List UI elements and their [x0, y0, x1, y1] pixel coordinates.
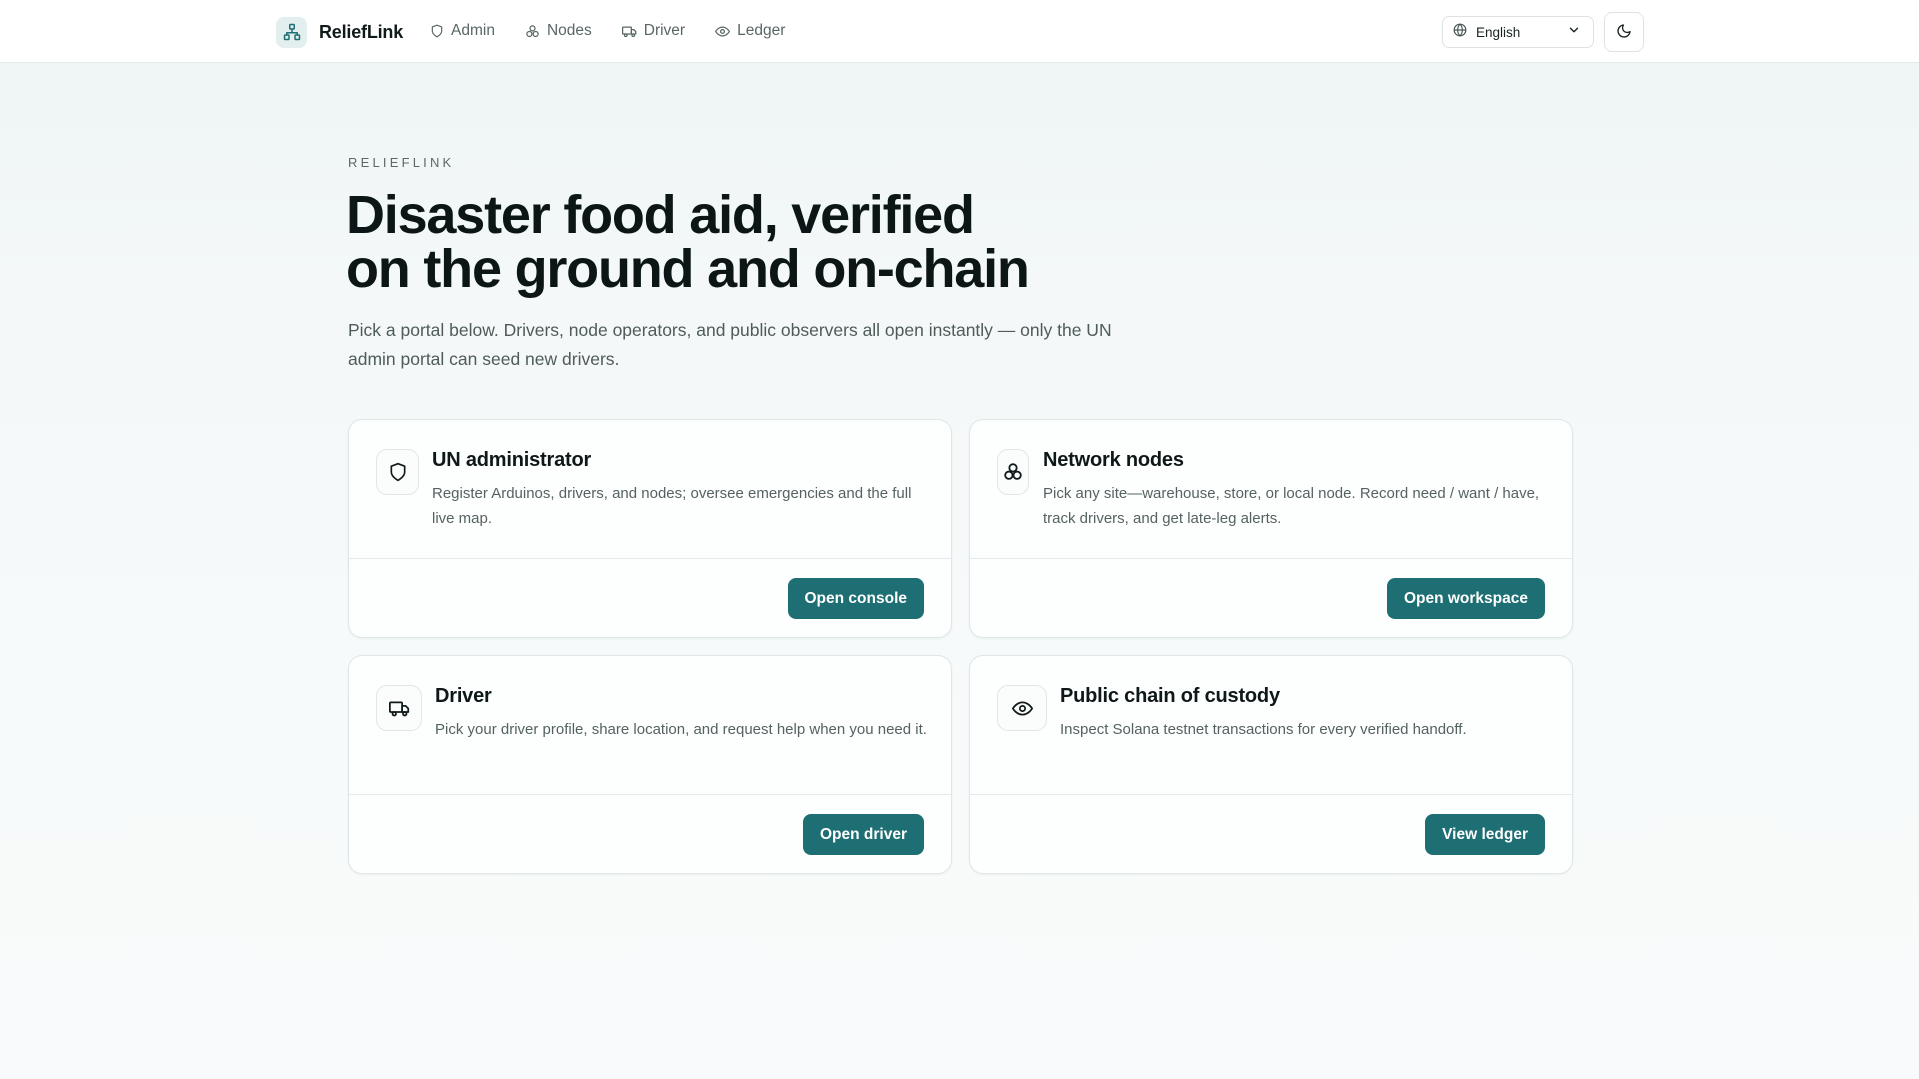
shield-icon — [430, 24, 444, 38]
language-value: English — [1476, 24, 1521, 40]
portal-card-nodes: Network nodes Pick any site—warehouse, s… — [969, 419, 1573, 638]
theme-toggle-button[interactable] — [1604, 12, 1644, 52]
brand-name: ReliefLink — [319, 21, 404, 42]
hero-subtitle: Pick a portal below. Drivers, node opera… — [348, 320, 1112, 369]
nav-label: Admin — [451, 22, 495, 39]
card-description: Pick any site—warehouse, store, or local… — [1043, 485, 1540, 527]
truck-icon — [621, 24, 637, 39]
nav-item-admin[interactable]: Admin — [430, 22, 495, 40]
network-logo-icon — [276, 16, 307, 48]
card-title: UN administrator — [432, 449, 592, 471]
card-title: Public chain of custody — [1060, 685, 1280, 707]
open-workspace-button[interactable]: Open workspace — [1386, 578, 1545, 619]
nav-item-nodes[interactable]: Nodes — [525, 22, 592, 40]
card-description: Inspect Solana testnet transactions for … — [1060, 721, 1467, 738]
card-description: Pick your driver profile, share location… — [435, 721, 927, 738]
portal-card-ledger: Public chain of custody Inspect Solana t… — [969, 655, 1573, 874]
portal-card-driver: Driver Pick your driver profile, share l… — [348, 655, 952, 874]
nav-label: Ledger — [737, 22, 786, 39]
portal-card-admin: UN administrator Register Arduinos, driv… — [348, 419, 952, 638]
card-title: Network nodes — [1043, 449, 1184, 471]
hero-eyebrow: RELIEFLINK — [348, 155, 455, 170]
nav-label: Nodes — [546, 22, 592, 39]
card-description: Register Arduinos, drivers, and nodes; o… — [432, 485, 912, 527]
nav-item-driver[interactable]: Driver — [621, 22, 686, 40]
card-header: Public chain of custody Inspect Solana t… — [970, 656, 1572, 795]
language-select[interactable]: English — [1442, 16, 1594, 48]
card-header: UN administrator Register Arduinos, driv… — [349, 420, 951, 559]
shield-icon — [376, 449, 419, 495]
card-divider — [970, 794, 1572, 795]
nodes-icon — [997, 449, 1029, 495]
moon-icon — [1616, 23, 1632, 42]
open-driver-button[interactable]: Open driver — [803, 814, 924, 855]
eye-icon — [997, 685, 1047, 731]
page-title: Disaster food aid, verified on the groun… — [346, 188, 1246, 296]
chevron-down-icon — [1567, 23, 1581, 42]
globe-icon — [1453, 22, 1467, 42]
eye-icon — [715, 24, 731, 39]
top-navbar: ReliefLink Admin Nodes Driver Ledger Eng… — [0, 0, 1919, 63]
nav-item-ledger[interactable]: Ledger — [715, 22, 785, 40]
main-nav: Admin Nodes Driver Ledger — [430, 18, 785, 44]
nodes-icon — [525, 24, 540, 39]
card-title: Driver — [435, 685, 492, 707]
view-ledger-button[interactable]: View ledger — [1425, 814, 1545, 855]
card-divider — [349, 794, 951, 795]
brand-logo-link[interactable]: ReliefLink — [276, 15, 403, 49]
card-header: Network nodes Pick any site—warehouse, s… — [970, 420, 1572, 559]
card-divider — [970, 558, 1572, 559]
nav-label: Driver — [643, 22, 686, 39]
page-title-line-1: Disaster food aid, verified — [346, 185, 975, 245]
page-title-line-2: on the ground and on-chain — [346, 239, 1030, 299]
card-divider — [349, 558, 951, 559]
card-header: Driver Pick your driver profile, share l… — [349, 656, 951, 795]
open-console-button[interactable]: Open console — [787, 578, 924, 619]
truck-icon — [376, 685, 422, 731]
